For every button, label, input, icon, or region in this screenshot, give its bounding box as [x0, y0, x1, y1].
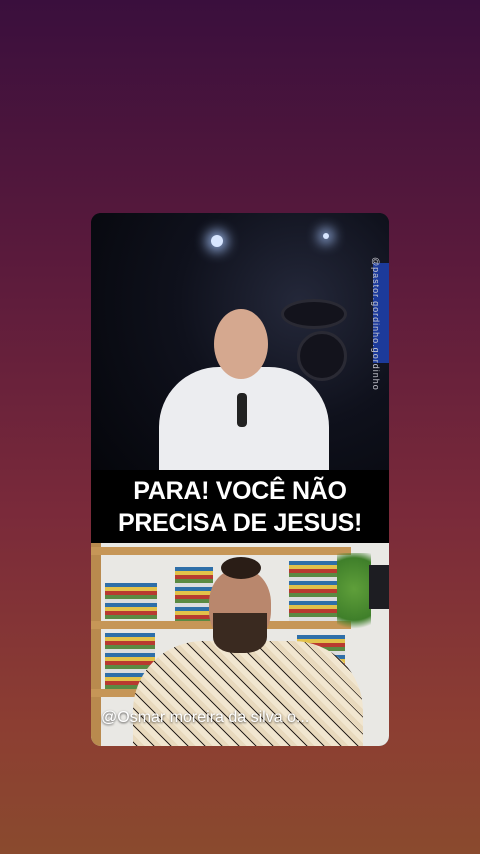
- stage-light: [211, 235, 223, 247]
- bookshelf-side: [91, 543, 101, 746]
- reactor-shirt: [133, 641, 363, 746]
- creator-handle[interactable]: @Osmar moreira da silva o...: [101, 709, 309, 727]
- speaker-person: [159, 309, 339, 477]
- caption-line-2: PRECISA DE JESUS!: [117, 509, 363, 537]
- speaker-head: [214, 309, 268, 379]
- video-caption: PARA! VOCÊ NÃO PRECISA DE JESUS!: [91, 470, 389, 543]
- video-card[interactable]: @pastor.gordinho.gordinho PARA! VOCÊ NÃO…: [91, 213, 389, 746]
- reactor-hair: [221, 557, 261, 579]
- microphone-icon: [237, 393, 247, 427]
- top-video-panel: @pastor.gordinho.gordinho: [91, 213, 389, 477]
- caption-line-1: PARA! VOCÊ NÃO: [133, 477, 347, 505]
- reactor-beard: [213, 613, 267, 653]
- stage-light: [323, 233, 329, 239]
- watermark-text: @pastor.gordinho.gordinho: [371, 257, 381, 391]
